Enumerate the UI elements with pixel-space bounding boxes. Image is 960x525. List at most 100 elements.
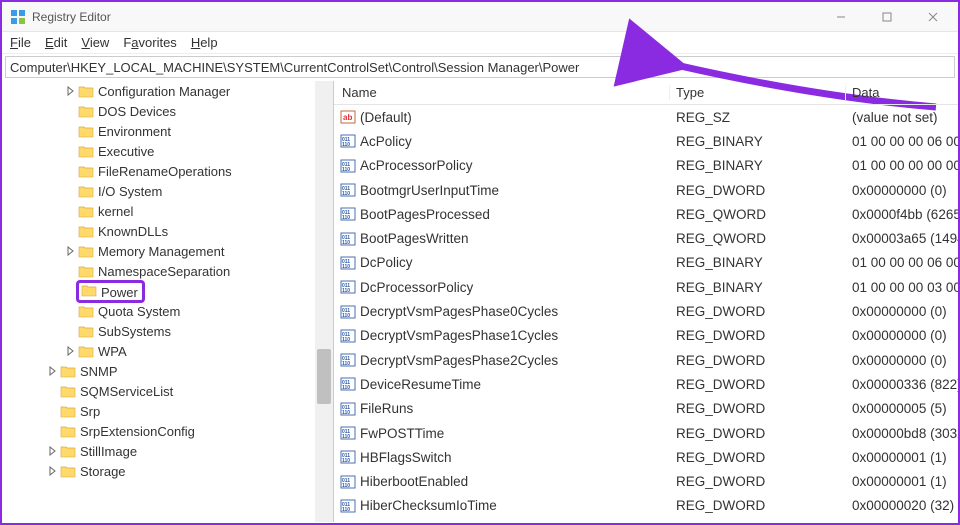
tree-item[interactable]: DOS Devices [2, 101, 333, 121]
folder-icon [60, 364, 76, 378]
tree-item[interactable]: Power [2, 281, 333, 301]
tree-item-label: WPA [98, 344, 127, 359]
column-name[interactable]: Name [334, 85, 670, 100]
expand-icon[interactable] [46, 366, 60, 376]
value-data: 0x0000f4bb (62651 [846, 207, 958, 222]
svg-text:110: 110 [342, 288, 350, 294]
tree-item[interactable]: I/O System [2, 181, 333, 201]
value-row[interactable]: 011110HiberbootEnabledREG_DWORD0x0000000… [334, 469, 958, 493]
svg-text:110: 110 [342, 458, 350, 464]
binary-value-icon: 011110 [340, 401, 356, 417]
value-row[interactable]: 011110HiberChecksumIoTimeREG_DWORD0x0000… [334, 494, 958, 518]
value-row[interactable]: 011110BootmgrUserInputTimeREG_DWORD0x000… [334, 178, 958, 202]
expand-icon[interactable] [46, 466, 60, 476]
tree-item[interactable]: StillImage [2, 441, 333, 461]
tree-item[interactable]: Executive [2, 141, 333, 161]
value-name: BootPagesWritten [360, 231, 469, 246]
value-row[interactable]: 011110AcProcessorPolicyREG_BINARY01 00 0… [334, 154, 958, 178]
address-bar[interactable]: Computer\HKEY_LOCAL_MACHINE\SYSTEM\Curre… [5, 56, 955, 78]
tree-item-label: Storage [80, 464, 126, 479]
folder-icon [78, 204, 94, 218]
folder-icon [78, 184, 94, 198]
expand-icon[interactable] [64, 86, 78, 96]
tree-scroll-thumb[interactable] [317, 349, 331, 404]
value-data: 0x00000001 (1) [846, 450, 958, 465]
value-data: (value not set) [846, 110, 958, 125]
value-row[interactable]: 011110AcPolicyREG_BINARY01 00 00 00 06 0… [334, 129, 958, 153]
tree-item[interactable]: SNMP [2, 361, 333, 381]
tree-pane[interactable]: Configuration Manager DOS Devices Environm… [2, 81, 334, 522]
value-row[interactable]: 011110DcProcessorPolicyREG_BINARY01 00 0… [334, 275, 958, 299]
value-data: 0x00000001 (1) [846, 474, 958, 489]
value-row[interactable]: 011110FileRunsREG_DWORD0x00000005 (5) [334, 397, 958, 421]
folder-icon [60, 404, 76, 418]
tree-item[interactable]: Quota System [2, 301, 333, 321]
value-row[interactable]: 011110BootPagesProcessedREG_QWORD0x0000f… [334, 202, 958, 226]
tree-item[interactable]: Memory Management [2, 241, 333, 261]
value-row[interactable]: 011110DcPolicyREG_BINARY01 00 00 00 06 0… [334, 251, 958, 275]
tree-item-label: Srp [80, 404, 100, 419]
svg-text:110: 110 [342, 240, 350, 246]
value-name: HiberbootEnabled [360, 474, 468, 489]
value-row[interactable]: ab(Default)REG_SZ(value not set) [334, 105, 958, 129]
folder-icon [78, 344, 94, 358]
maximize-button[interactable] [864, 2, 910, 32]
menu-edit[interactable]: Edit [45, 35, 67, 50]
folder-icon [78, 84, 94, 98]
tree-item[interactable]: Configuration Manager [2, 81, 333, 101]
tree-item[interactable]: SrpExtensionConfig [2, 421, 333, 441]
folder-icon [78, 164, 94, 178]
value-name: AcPolicy [360, 134, 412, 149]
menu-help[interactable]: Help [191, 35, 218, 50]
tree-item[interactable]: kernel [2, 201, 333, 221]
value-data: 01 00 00 00 06 00 0 [846, 255, 958, 270]
folder-icon [60, 384, 76, 398]
svg-text:110: 110 [342, 215, 350, 221]
column-type[interactable]: Type [670, 85, 846, 100]
tree-item[interactable]: WPA [2, 341, 333, 361]
tree-item-label: I/O System [98, 184, 162, 199]
folder-icon [78, 124, 94, 138]
value-type: REG_DWORD [670, 304, 846, 319]
menu-file[interactable]: File [10, 35, 31, 50]
column-data[interactable]: Data [846, 85, 958, 100]
tree-item[interactable]: NamespaceSeparation [2, 261, 333, 281]
svg-text:110: 110 [342, 264, 350, 270]
tree-item-label: DOS Devices [98, 104, 176, 119]
menu-favorites[interactable]: Favorites [123, 35, 176, 50]
value-type: REG_BINARY [670, 280, 846, 295]
folder-icon [78, 264, 94, 278]
value-row[interactable]: 011110DecryptVsmPagesPhase2CyclesREG_DWO… [334, 348, 958, 372]
value-row[interactable]: 011110FwPOSTTimeREG_DWORD0x00000bd8 (303… [334, 421, 958, 445]
expand-icon[interactable] [64, 246, 78, 256]
value-name: DcPolicy [360, 255, 413, 270]
tree-item[interactable]: SQMServiceList [2, 381, 333, 401]
value-data: 0x00000005 (5) [846, 401, 958, 416]
value-row[interactable]: 011110HBFlagsSwitchREG_DWORD0x00000001 (… [334, 445, 958, 469]
close-button[interactable] [910, 2, 956, 32]
binary-value-icon: 011110 [340, 206, 356, 222]
svg-text:ab: ab [343, 113, 352, 122]
value-row[interactable]: 011110DeviceResumeTimeREG_DWORD0x0000033… [334, 372, 958, 396]
tree-item[interactable]: Srp [2, 401, 333, 421]
tree-item[interactable]: Storage [2, 461, 333, 481]
tree-item[interactable]: Environment [2, 121, 333, 141]
expand-icon[interactable] [46, 446, 60, 456]
menu-view[interactable]: View [81, 35, 109, 50]
minimize-button[interactable] [818, 2, 864, 32]
value-name: HiberChecksumIoTime [360, 498, 497, 513]
tree-item[interactable]: FileRenameOperations [2, 161, 333, 181]
tree-scrollbar[interactable] [315, 81, 333, 522]
value-row[interactable]: 011110BootPagesWrittenREG_QWORD0x00003a6… [334, 226, 958, 250]
binary-value-icon: 011110 [340, 133, 356, 149]
value-row[interactable]: 011110DecryptVsmPagesPhase1CyclesREG_DWO… [334, 324, 958, 348]
value-type: REG_BINARY [670, 158, 846, 173]
value-type: REG_DWORD [670, 498, 846, 513]
value-type: REG_DWORD [670, 377, 846, 392]
value-name: DecryptVsmPagesPhase0Cycles [360, 304, 558, 319]
value-row[interactable]: 011110DecryptVsmPagesPhase0CyclesREG_DWO… [334, 299, 958, 323]
expand-icon[interactable] [64, 346, 78, 356]
tree-item-label: NamespaceSeparation [98, 264, 230, 279]
tree-item[interactable]: SubSystems [2, 321, 333, 341]
tree-item[interactable]: KnownDLLs [2, 221, 333, 241]
